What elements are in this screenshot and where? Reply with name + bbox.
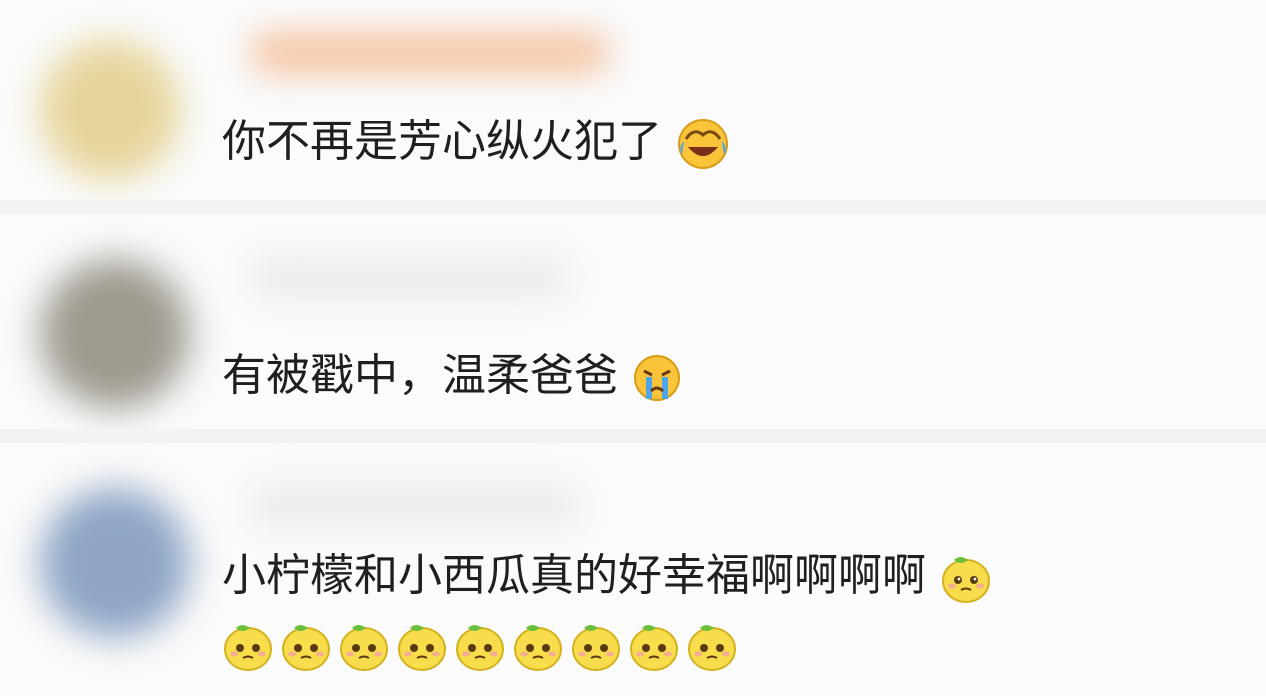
emoji-row [222,620,738,672]
comment-text: 你不再是芳心纵火犯了 [222,112,730,172]
comment-item-1: 你不再是芳心纵火犯了 [0,0,1266,200]
comment-separator [0,200,1266,214]
laughing-crying-emoji-icon [676,117,730,171]
comment-text: 有被戳中，温柔爸爸 [222,346,682,406]
blurred-username[interactable] [250,483,580,529]
loudly-crying-emoji-icon [632,353,682,403]
lemon-face-emoji-icon [222,620,274,672]
blurred-username[interactable] [250,254,570,300]
blurred-avatar[interactable] [40,40,180,180]
comment-text-content: 有被戳中，温柔爸爸 [222,350,618,401]
lemon-face-emoji-icon [570,620,622,672]
lemon-face-emoji-icon [396,620,448,672]
lemon-face-emoji-icon [940,552,992,604]
comment-item-2: 有被戳中，温柔爸爸 [0,214,1266,429]
comment-text-content: 你不再是芳心纵火犯了 [222,116,662,167]
lemon-face-emoji-icon [280,620,332,672]
comment-separator [0,429,1266,443]
comment-text-content: 小柠檬和小西瓜真的好幸福啊啊啊啊 [222,550,926,601]
blurred-avatar[interactable] [40,259,190,409]
comment-text: 小柠檬和小西瓜真的好幸福啊啊啊啊 [222,546,992,606]
lemon-face-emoji-icon [512,620,564,672]
lemon-face-emoji-icon [338,620,390,672]
lemon-face-emoji-icon [686,620,738,672]
lemon-face-emoji-icon [628,620,680,672]
blurred-avatar[interactable] [40,488,190,638]
lemon-face-emoji-icon [454,620,506,672]
blurred-username[interactable] [250,30,610,76]
